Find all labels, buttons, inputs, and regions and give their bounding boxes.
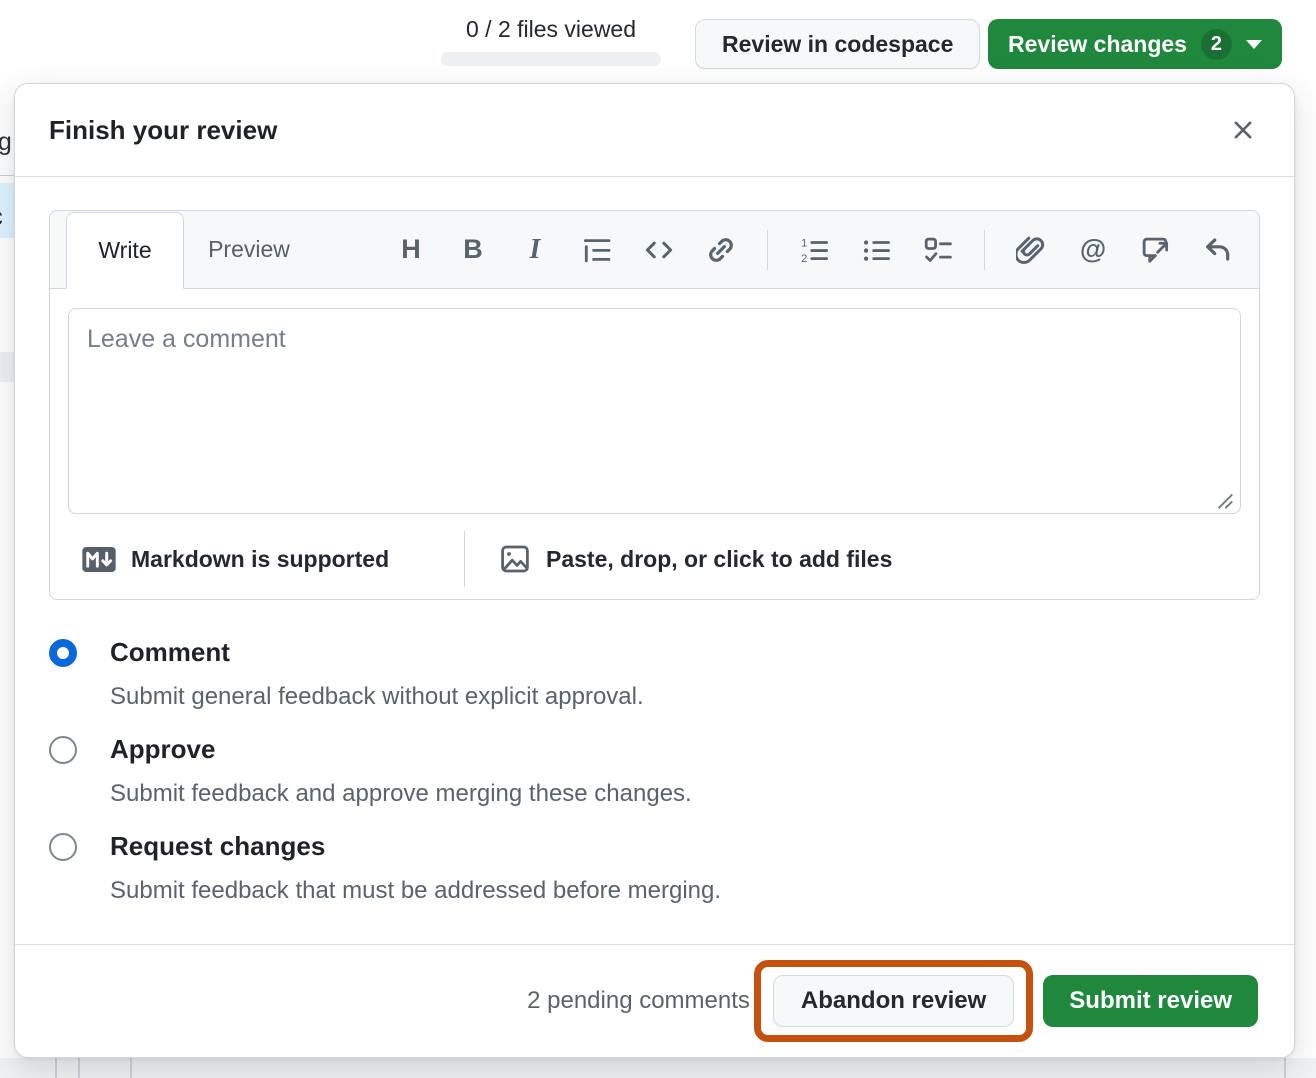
mention-icon[interactable]: @ bbox=[1077, 234, 1109, 266]
radio-request-changes[interactable] bbox=[49, 833, 77, 861]
review-changes-button[interactable]: Review changes 2 bbox=[988, 19, 1282, 69]
markdown-supported-link[interactable]: Markdown is supported bbox=[82, 546, 464, 573]
pr-files-header: 0 / 2 files viewed Review in codespace R… bbox=[0, 0, 1316, 83]
option-comment-label[interactable]: Comment bbox=[110, 637, 230, 668]
attach-file-icon[interactable] bbox=[1015, 234, 1047, 266]
ordered-list-icon[interactable]: 1 2 bbox=[798, 234, 830, 266]
heading-icon[interactable]: H bbox=[395, 234, 427, 266]
quote-icon[interactable] bbox=[581, 234, 613, 266]
highlighted-diff-line: rc bbox=[0, 183, 15, 238]
option-request-changes: Request changes Submit feedback that mus… bbox=[49, 831, 1260, 905]
markdown-icon bbox=[82, 547, 116, 572]
image-icon bbox=[499, 543, 531, 575]
formatting-toolbar: H B I bbox=[395, 230, 1233, 270]
review-type-options: Comment Submit general feedback without … bbox=[15, 600, 1294, 905]
option-comment-row[interactable]: Comment bbox=[49, 637, 1260, 668]
background-diff-gutter bbox=[0, 1058, 1316, 1078]
files-viewed-progress-bar bbox=[441, 52, 661, 66]
option-approve-description: Submit feedback and approve merging thes… bbox=[110, 780, 1260, 808]
option-comment: Comment Submit general feedback without … bbox=[49, 637, 1260, 711]
abandon-review-button[interactable]: Abandon review bbox=[773, 975, 1014, 1027]
radio-approve[interactable] bbox=[49, 736, 77, 764]
dialog-header: Finish your review bbox=[15, 84, 1294, 177]
tab-preview[interactable]: Preview bbox=[184, 210, 314, 288]
comment-input[interactable] bbox=[68, 308, 1241, 514]
link-icon[interactable] bbox=[705, 234, 737, 266]
annotation-highlight-box: Abandon review bbox=[754, 960, 1033, 1042]
code-icon[interactable] bbox=[643, 234, 675, 266]
italic-icon[interactable]: I bbox=[519, 234, 551, 266]
resize-handle[interactable] bbox=[1213, 489, 1235, 511]
background-divider bbox=[0, 175, 15, 176]
toolbar-divider bbox=[767, 230, 768, 270]
cross-reference-icon[interactable] bbox=[1139, 234, 1171, 266]
option-request-changes-description: Submit feedback that must be addressed b… bbox=[110, 877, 1260, 905]
finish-review-dialog: Finish your review Write Preview H B I bbox=[14, 83, 1295, 1058]
comment-composer: Write Preview H B I bbox=[49, 210, 1260, 600]
tab-write[interactable]: Write bbox=[66, 212, 184, 289]
option-request-changes-label[interactable]: Request changes bbox=[110, 831, 325, 862]
markdown-note-label: Markdown is supported bbox=[131, 546, 389, 573]
option-approve-label[interactable]: Approve bbox=[110, 734, 215, 765]
background-text-fragment: ng bbox=[0, 128, 12, 157]
option-request-changes-row[interactable]: Request changes bbox=[49, 831, 1260, 862]
option-comment-description: Submit general feedback without explicit… bbox=[110, 683, 1260, 711]
review-changes-label: Review changes bbox=[1008, 31, 1187, 58]
files-viewed-label: 0 / 2 files viewed bbox=[441, 16, 661, 43]
bold-icon[interactable]: B bbox=[457, 234, 489, 266]
comment-area bbox=[50, 289, 1259, 519]
dialog-title: Finish your review bbox=[49, 115, 277, 146]
composer-footer: Markdown is supported Paste, drop, or cl… bbox=[50, 519, 1259, 599]
radio-comment[interactable] bbox=[49, 639, 77, 667]
reply-icon[interactable] bbox=[1201, 234, 1233, 266]
add-files-button[interactable]: Paste, drop, or click to add files bbox=[499, 543, 892, 575]
svg-text:2: 2 bbox=[801, 252, 807, 264]
toolbar-divider bbox=[984, 230, 985, 270]
composer-tab-bar: Write Preview H B I bbox=[50, 211, 1259, 289]
option-approve: Approve Submit feedback and approve merg… bbox=[49, 734, 1260, 808]
paste-note-label: Paste, drop, or click to add files bbox=[546, 546, 892, 573]
submit-review-button[interactable]: Submit review bbox=[1043, 975, 1258, 1027]
background-block bbox=[0, 352, 15, 382]
svg-text:1: 1 bbox=[801, 237, 807, 249]
task-list-icon[interactable] bbox=[922, 234, 954, 266]
dialog-footer: 2 pending comments Abandon review Submit… bbox=[15, 944, 1294, 1057]
close-button[interactable] bbox=[1226, 113, 1260, 147]
review-in-codespace-button[interactable]: Review in codespace bbox=[695, 19, 980, 69]
pending-count-badge: 2 bbox=[1201, 29, 1232, 60]
background-text-fragment: rc bbox=[0, 203, 3, 232]
files-viewed-progress: 0 / 2 files viewed bbox=[441, 16, 661, 66]
close-icon bbox=[1230, 117, 1256, 143]
chevron-down-icon bbox=[1246, 40, 1262, 49]
unordered-list-icon[interactable] bbox=[860, 234, 892, 266]
footer-divider bbox=[464, 531, 465, 587]
option-approve-row[interactable]: Approve bbox=[49, 734, 1260, 765]
pending-comments-label: 2 pending comments bbox=[527, 987, 750, 1015]
